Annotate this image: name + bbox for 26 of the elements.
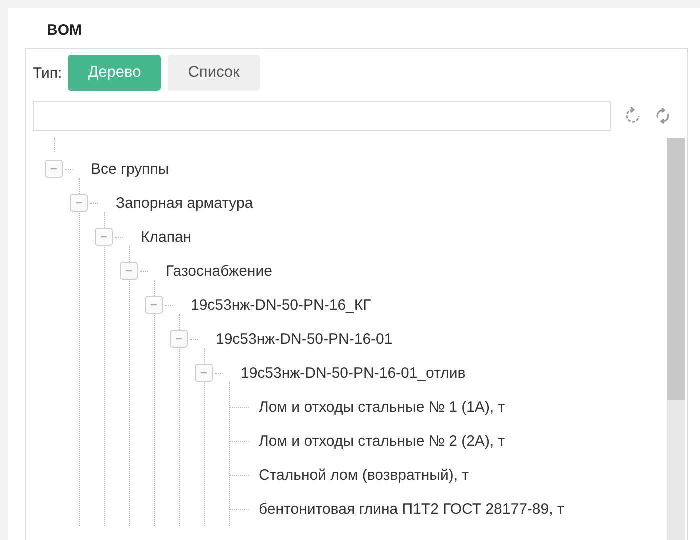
tree-item[interactable]: Газоснабжение — [166, 262, 272, 280]
collapse-toggle[interactable] — [195, 364, 213, 382]
tree-item[interactable]: Лом и отходы стальные № 2 (2А), т — [259, 432, 506, 450]
collapse-toggle[interactable] — [120, 262, 138, 280]
refresh-icon[interactable] — [625, 107, 641, 125]
tree-item[interactable]: 19с53нж-DN-50-PN-16-01_отлив — [241, 364, 466, 382]
sync-icon[interactable] — [655, 107, 671, 125]
collapse-toggle[interactable] — [145, 296, 163, 314]
tree-item[interactable]: Лом и отходы стальные № 1 (1А), т — [259, 398, 506, 416]
view-tab[interactable]: Список — [168, 55, 260, 91]
search-field[interactable] — [33, 101, 611, 131]
tree-item[interactable]: Запорная арматура — [116, 194, 254, 212]
card-title: BOM — [46, 22, 83, 41]
scrollbar-thumb[interactable] — [667, 138, 685, 400]
tree-item[interactable]: 19с53нж-DN-50-PN-16_КГ — [191, 296, 372, 314]
scrollbar[interactable] — [667, 138, 685, 540]
collapse-toggle[interactable] — [95, 228, 113, 246]
tree-item[interactable]: Стальной лом (возвратный), т — [259, 466, 470, 484]
collapse-toggle[interactable] — [45, 160, 63, 178]
collapse-toggle[interactable] — [170, 330, 188, 348]
collapse-toggle[interactable] — [70, 194, 88, 212]
tree-item[interactable]: Клапан — [141, 228, 192, 246]
tree-item[interactable]: 19с53нж-DN-50-PN-16-01 — [216, 330, 393, 348]
tree-item[interactable]: Все группы — [91, 160, 170, 178]
tree-item[interactable]: бентонитовая глина П1Т2 ГОСТ 28177-89, т — [259, 500, 564, 518]
type-label: Тип: — [33, 64, 62, 82]
